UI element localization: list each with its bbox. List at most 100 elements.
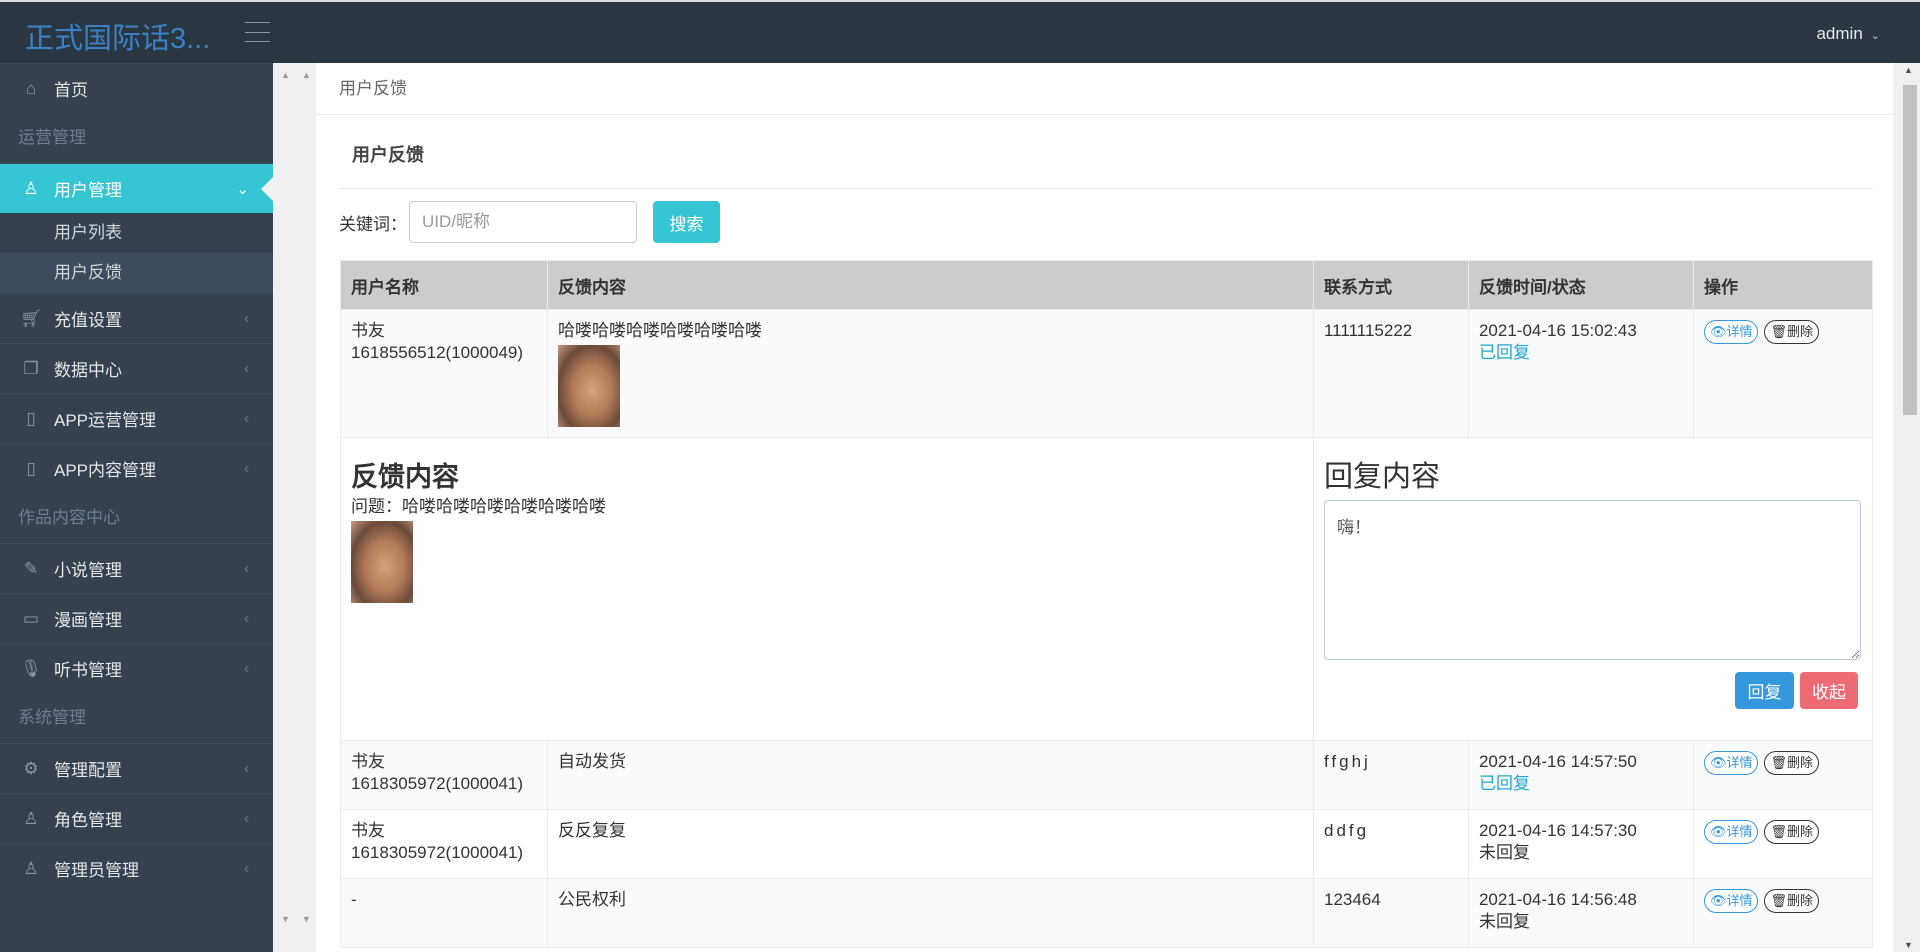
sidebar-sub-user-list[interactable]: 用户列表 <box>0 213 273 253</box>
users-icon: ♙ <box>23 858 39 878</box>
user-menu[interactable]: admin ⌄ <box>1816 24 1880 44</box>
delete-label: 删除 <box>1787 324 1814 339</box>
divider <box>339 188 1873 189</box>
trash-icon: 🗑︎ <box>1770 824 1787 839</box>
table-row: 书友 1618305972(1000041) 反反复复 ddfg 2021-04… <box>340 809 1874 879</box>
sidebar-item-config[interactable]: ⚙ 管理配置 ‹ <box>0 743 273 793</box>
delete-button[interactable]: 🗑︎删除 <box>1764 820 1820 844</box>
cell-actions: 👁︎详情 🗑︎删除 <box>1692 809 1874 879</box>
sidebar-item-novel[interactable]: ✎ 小说管理 ‹ <box>0 543 273 593</box>
sidebar-item-app-ops[interactable]: ▯ APP运营管理 ‹ <box>0 393 273 443</box>
detail-button[interactable]: 👁︎详情 <box>1703 751 1759 775</box>
sidebar-item-label: 数据中心 <box>54 361 122 380</box>
scroll-down-icon[interactable]: ▼ <box>1904 940 1913 950</box>
detail-label: 详情 <box>1726 893 1753 908</box>
expanded-detail-row: 反馈内容 问题：哈喽哈喽哈喽哈喽哈喽哈喽 回复内容 嗨！ 回复 收起 <box>340 437 1874 741</box>
reply-button[interactable]: 回复 <box>1735 672 1794 709</box>
chevron-down-icon: ⌄ <box>1870 30 1880 42</box>
eye-icon: 👁︎ <box>1709 893 1727 908</box>
delete-label: 删除 <box>1787 893 1814 908</box>
sidebar-item-label: 首页 <box>54 81 88 100</box>
chevron-left-icon: ‹ <box>244 760 249 777</box>
delete-button[interactable]: 🗑︎删除 <box>1764 320 1820 344</box>
sidebar-item-label: 漫画管理 <box>54 611 122 630</box>
feedback-time: 2021-04-16 14:57:30 <box>1478 821 1637 840</box>
collapse-button[interactable]: 收起 <box>1800 672 1858 709</box>
reply-panel: 回复内容 嗨！ 回复 收起 <box>1312 437 1874 741</box>
col-header-time-status: 反馈时间/状态 <box>1467 260 1694 310</box>
username: admin <box>1816 24 1863 43</box>
detail-button[interactable]: 👁︎详情 <box>1703 320 1759 344</box>
sidebar-item-recharge[interactable]: 🛒︎ 充值设置 ‹ <box>0 293 273 343</box>
sidebar-item-data-center[interactable]: ❐ 数据中心 ‹ <box>0 343 273 393</box>
sidebar-sub-user-feedback[interactable]: 用户反馈 <box>0 253 273 293</box>
cell-time-status: 2021-04-16 14:57:30 未回复 <box>1467 809 1694 879</box>
microphone-icon: 🎙︎ <box>20 658 42 678</box>
delete-button[interactable]: 🗑︎删除 <box>1764 751 1820 775</box>
chevron-left-icon: ‹ <box>244 310 249 327</box>
search-button[interactable]: 搜索 <box>653 201 720 243</box>
sidebar-item-comic[interactable]: ▭ 漫画管理 ‹ <box>0 593 273 643</box>
keyword-label: 关键词： <box>339 214 407 234</box>
cell-content: 反反复复 <box>546 809 1314 879</box>
sidebar-item-user-mgmt[interactable]: ♙ 用户管理 ⌄ <box>0 163 273 213</box>
feedback-question: 问题：哈喽哈喽哈喽哈喽哈喽哈喽 <box>351 497 606 516</box>
sidebar-item-home[interactable]: ⌂ 首页 <box>0 63 273 113</box>
status-badge: 已回复 <box>1478 343 1530 362</box>
trash-icon: 🗑︎ <box>1770 893 1787 908</box>
cell-contact: ffghj <box>1312 740 1469 810</box>
cell-contact: ddfg <box>1312 809 1469 879</box>
sidebar-item-label: 管理员管理 <box>54 861 139 880</box>
detail-button[interactable]: 👁︎详情 <box>1703 820 1759 844</box>
delete-label: 删除 <box>1787 824 1814 839</box>
cell-contact: 1111115222 <box>1312 309 1469 438</box>
chevron-left-icon: ‹ <box>244 610 249 627</box>
table-row: - 公民权利 123464 2021-04-16 14:56:48 未回复 👁︎详… <box>340 878 1874 948</box>
keyword-input[interactable] <box>409 201 637 243</box>
sidebar-item-admins[interactable]: ♙ 管理员管理 ‹ <box>0 843 273 893</box>
cell-username: - <box>340 878 548 948</box>
reply-textarea[interactable]: 嗨！ <box>1323 500 1861 660</box>
menu-toggle-icon[interactable] <box>245 22 270 42</box>
sidebar-item-roles[interactable]: ♙ 角色管理 ‹ <box>0 793 273 843</box>
sidebar-item-label: 用户管理 <box>54 181 122 200</box>
cell-content: 自动发货 <box>546 740 1314 810</box>
feedback-time: 2021-04-16 14:56:48 <box>1478 890 1637 909</box>
cell-contact: 123464 <box>1312 878 1469 948</box>
cell-actions: 👁︎详情 🗑︎删除 <box>1692 878 1874 948</box>
cart-icon: 🛒︎ <box>20 308 42 328</box>
scrollbar-thumb[interactable] <box>1903 85 1917 415</box>
sidebar-item-label: 充值设置 <box>54 311 122 330</box>
feedback-text: 哈喽哈喽哈喽哈喽哈喽哈喽 <box>557 321 762 340</box>
sidebar: ⌂ 首页 运营管理 ♙ 用户管理 ⌄ 用户列表 用户反馈 🛒︎ 充值设置 ‹ ❐ 数据中心 ‹… <box>0 63 273 952</box>
sidebar-group-sys: 系统管理 <box>18 708 86 727</box>
phone-icon: ▯ <box>26 408 36 428</box>
sidebar-group-works: 作品内容中心 <box>18 508 120 527</box>
sidebar-item-label: 小说管理 <box>54 561 122 580</box>
cell-time-status: 2021-04-16 14:57:50 已回复 <box>1467 740 1694 810</box>
feedback-detail-image[interactable] <box>351 521 413 603</box>
gear-icon: ⚙ <box>23 758 39 778</box>
feedback-detail-title: 反馈内容 <box>351 462 459 492</box>
page-scrollbar[interactable]: ▲ ▼ <box>1898 63 1920 952</box>
app-title[interactable]: 正式国际话3... <box>25 15 210 57</box>
home-icon: ⌂ <box>25 78 37 98</box>
sidebar-item-app-content[interactable]: ▯ APP内容管理 ‹ <box>0 443 273 493</box>
detail-button[interactable]: 👁︎详情 <box>1703 889 1759 913</box>
chevron-left-icon: ‹ <box>244 360 249 377</box>
detail-label: 详情 <box>1726 755 1753 770</box>
cell-time-status: 2021-04-16 14:56:48 未回复 <box>1467 878 1694 948</box>
sidebar-item-label: 角色管理 <box>54 811 122 830</box>
status-badge: 未回复 <box>1478 843 1530 862</box>
chevron-down-icon: ⌄ <box>236 180 249 198</box>
table-row: 书友 1618556512(1000049) 哈喽哈喽哈喽哈喽哈喽哈喽 1111… <box>340 309 1874 438</box>
sidebar-item-audio[interactable]: 🎙︎ 听书管理 ‹ <box>0 643 273 693</box>
delete-button[interactable]: 🗑︎删除 <box>1764 889 1820 913</box>
top-header: 正式国际话3... admin ⌄ <box>0 0 1920 63</box>
eye-icon: 👁︎ <box>1709 324 1727 339</box>
scroll-up-icon[interactable]: ▲ <box>1904 65 1913 75</box>
chevron-left-icon: ‹ <box>244 460 249 477</box>
feedback-image[interactable] <box>557 345 620 427</box>
trash-icon: 🗑︎ <box>1770 755 1787 770</box>
sidebar-item-label: APP内容管理 <box>54 461 157 480</box>
